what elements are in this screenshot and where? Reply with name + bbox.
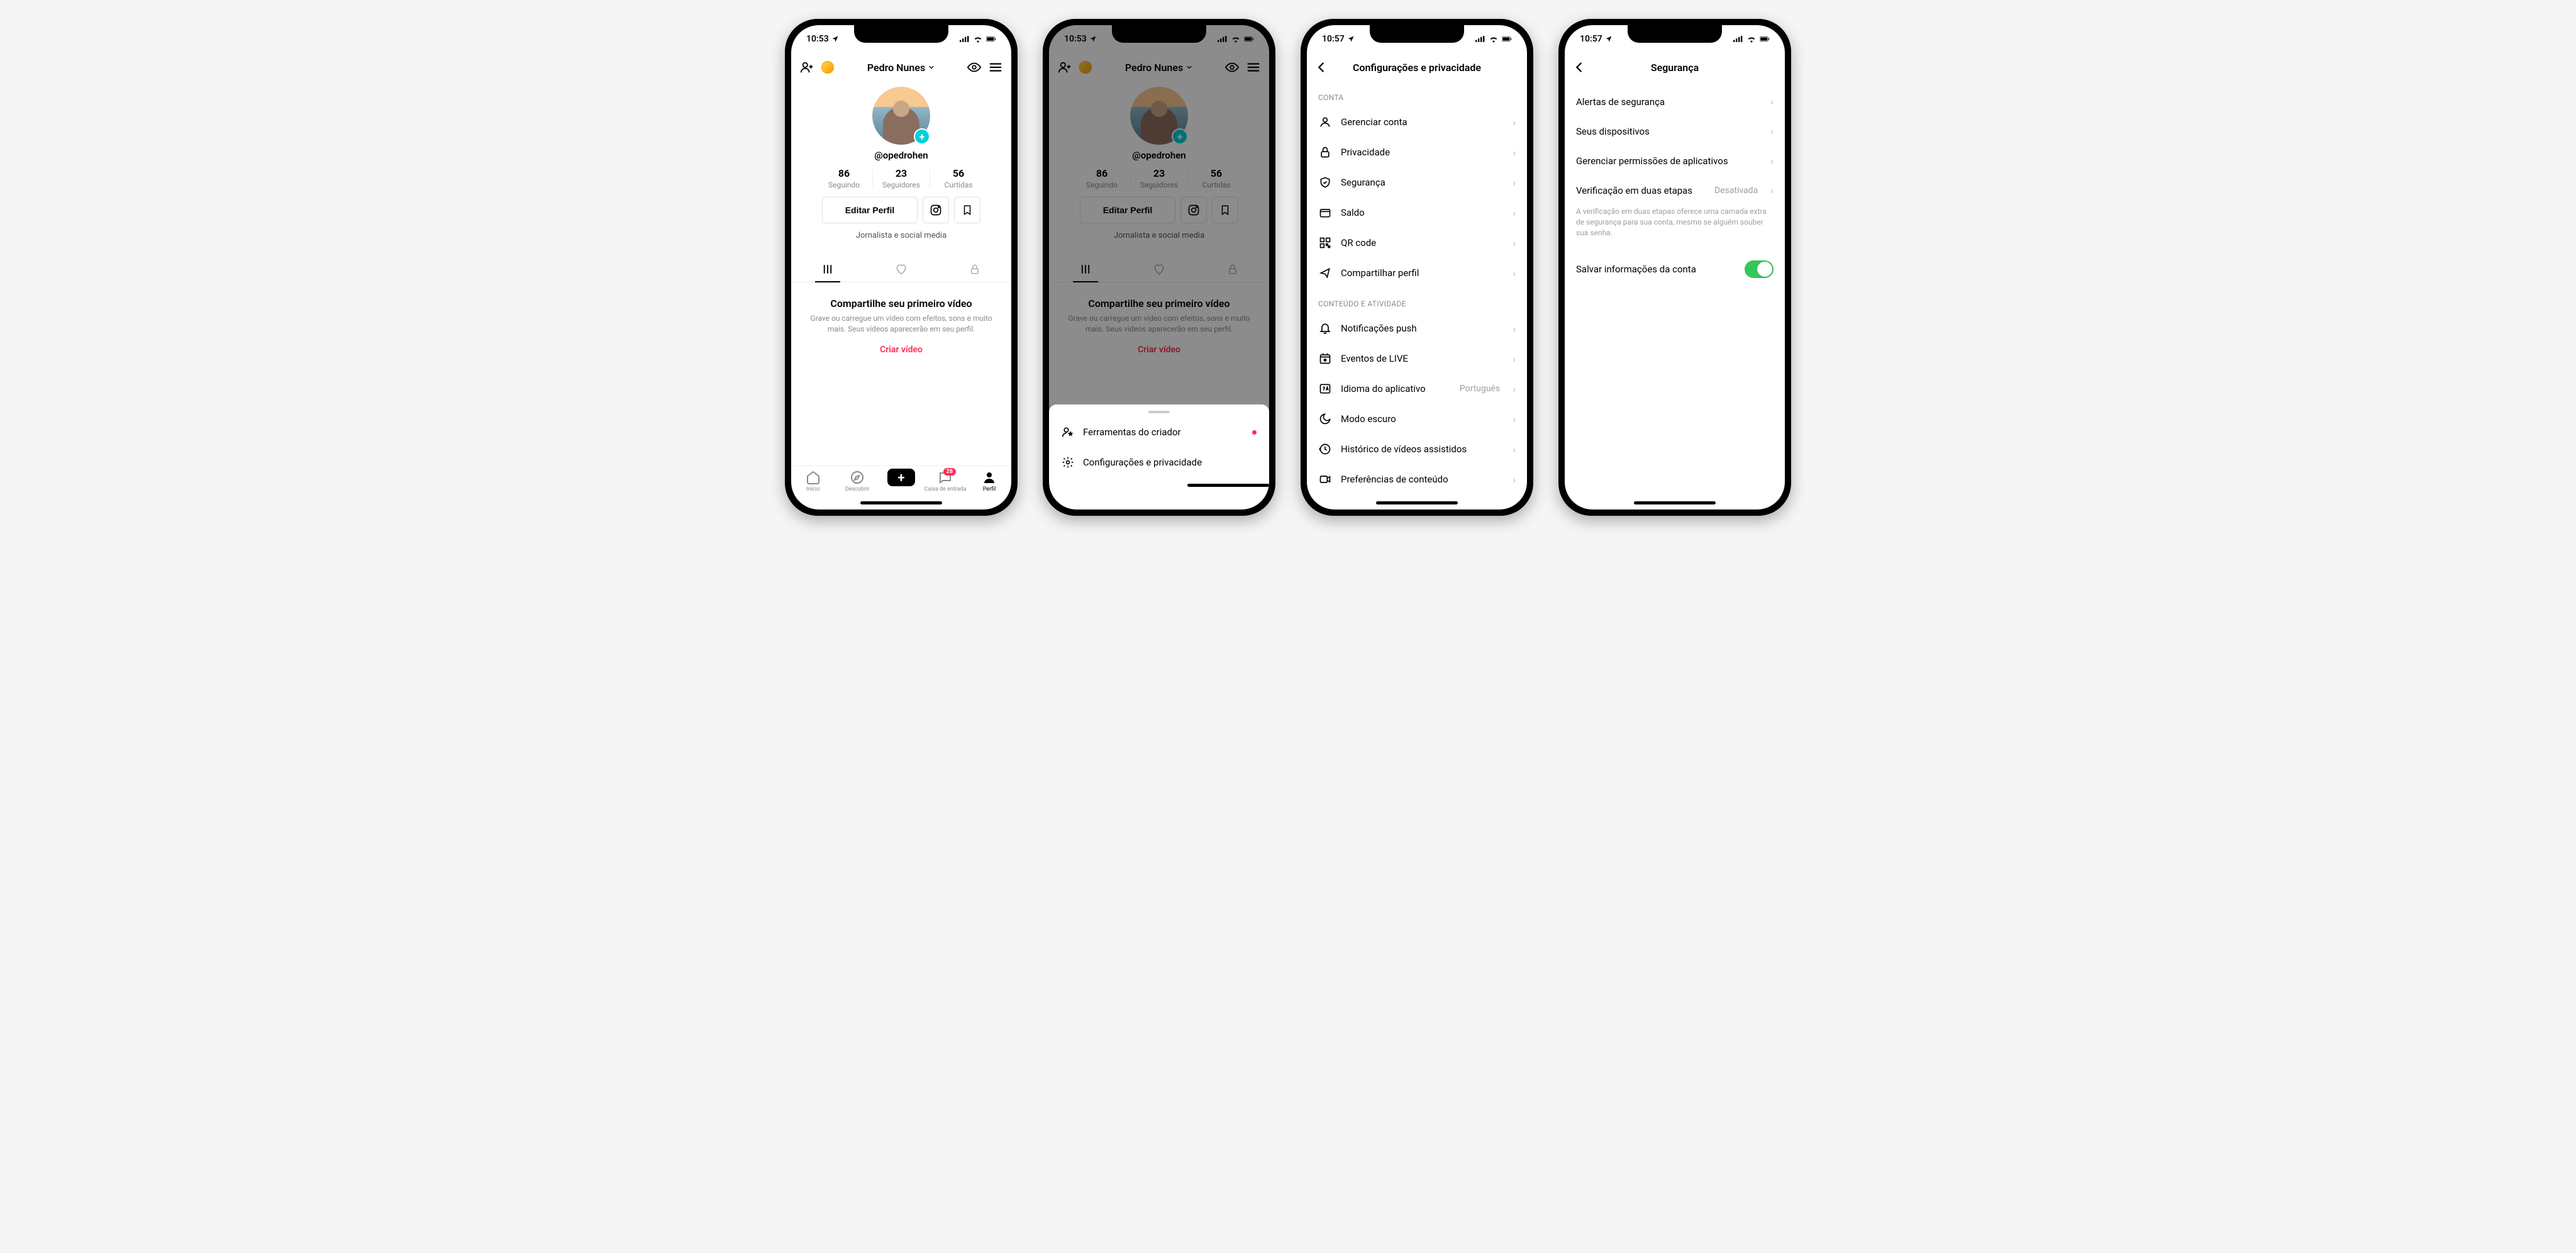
gear-icon — [1062, 456, 1074, 469]
row-privacy[interactable]: Privacidade › — [1307, 137, 1527, 167]
nav-home[interactable]: Início — [791, 470, 835, 493]
tab-grid[interactable] — [791, 257, 865, 282]
nav-discover[interactable]: Descobrir — [835, 470, 879, 493]
row-live[interactable]: Eventos de LIVE › — [1307, 343, 1527, 374]
row-your-devices[interactable]: Seus dispositivos › — [1565, 116, 1785, 146]
create-video-link[interactable]: Criar vídeo — [810, 345, 992, 355]
bell-icon — [1319, 322, 1331, 335]
row-content-pref[interactable]: Preferências de conteúdo › — [1307, 464, 1527, 494]
home-indicator — [1376, 501, 1458, 504]
location-arrow-icon — [831, 35, 839, 43]
battery-icon — [986, 35, 996, 43]
sheet-settings-privacy[interactable]: Configurações e privacidade — [1049, 447, 1269, 477]
save-info-toggle[interactable] — [1745, 260, 1774, 278]
back-button[interactable] — [1572, 60, 1591, 74]
back-button[interactable] — [1314, 60, 1333, 74]
wallet-icon — [1319, 206, 1331, 219]
signal-icon — [960, 35, 970, 43]
page-title: Configurações e privacidade — [1333, 62, 1501, 74]
tab-liked[interactable] — [865, 257, 938, 282]
notification-dot — [1252, 430, 1257, 435]
username-handle: @opedrohen — [874, 150, 928, 161]
row-language[interactable]: Idioma do aplicativo Português › — [1307, 374, 1527, 404]
person-icon — [1319, 116, 1331, 128]
wifi-icon — [1489, 35, 1499, 43]
section-conta: CONTA — [1307, 82, 1527, 107]
instagram-button[interactable] — [923, 197, 949, 223]
moon-icon — [1319, 413, 1331, 425]
nav-create[interactable]: + — [879, 470, 923, 486]
bookmark-button[interactable] — [954, 197, 980, 223]
location-arrow-icon — [1347, 35, 1355, 43]
row-push[interactable]: Notificações push › — [1307, 313, 1527, 343]
status-time: 10:57 — [1580, 34, 1602, 44]
home-indicator — [860, 501, 942, 504]
profile-header: Pedro Nunes — [791, 53, 1011, 82]
empty-body: Grave ou carregue um vídeo com efeitos, … — [810, 313, 992, 335]
qr-icon — [1319, 237, 1331, 249]
add-story-badge[interactable]: + — [914, 128, 930, 145]
row-save-info: Salvar informações da conta — [1565, 252, 1785, 287]
share-icon — [1319, 267, 1331, 279]
nav-profile[interactable]: Perfil — [967, 470, 1011, 493]
section-content: CONTEÚDO E ATIVIDADE — [1307, 288, 1527, 313]
row-app-permissions[interactable]: Gerenciar permissões de aplicativos › — [1565, 146, 1785, 175]
followers-stat[interactable]: 23 Seguidores — [873, 167, 930, 189]
history-icon — [1319, 443, 1331, 455]
nav-inbox[interactable]: Caixa de entrada 28 — [923, 470, 967, 493]
sheet-handle[interactable] — [1148, 411, 1170, 413]
battery-icon — [1502, 35, 1512, 43]
row-history[interactable]: Histórico de vídeos assistidos › — [1307, 434, 1527, 464]
add-friend-button[interactable] — [800, 60, 814, 74]
menu-button[interactable] — [989, 60, 1002, 74]
row-security-alerts[interactable]: Alertas de segurança › — [1565, 87, 1785, 116]
home-indicator — [1187, 484, 1269, 487]
bio-text: Jornalista e social media — [856, 231, 947, 240]
signal-icon — [1475, 35, 1485, 43]
page-title: Segurança — [1591, 62, 1758, 74]
wifi-icon — [973, 35, 983, 43]
likes-stat[interactable]: 56 Curtidas — [930, 167, 987, 189]
row-dark-mode[interactable]: Modo escuro › — [1307, 404, 1527, 434]
shield-icon — [1319, 176, 1331, 189]
empty-title: Compartilhe seu primeiro vídeo — [810, 298, 992, 309]
action-sheet: Ferramentas do criador Configurações e p… — [1049, 404, 1269, 510]
language-icon — [1319, 382, 1331, 395]
live-icon — [1319, 352, 1331, 365]
avatar[interactable]: + — [872, 87, 930, 145]
status-time: 10:57 — [1322, 34, 1345, 44]
eye-icon[interactable] — [967, 60, 981, 74]
battery-icon — [1760, 35, 1770, 43]
row-2fa[interactable]: Verificação em duas etapas Desativada › — [1565, 175, 1785, 205]
home-indicator — [1634, 501, 1716, 504]
edit-profile-button[interactable]: Editar Perfil — [822, 197, 918, 223]
row-qr[interactable]: QR code › — [1307, 228, 1527, 258]
coin-icon[interactable] — [821, 61, 834, 74]
profile-name-dropdown[interactable]: Pedro Nunes — [867, 62, 935, 74]
row-balance[interactable]: Saldo › — [1307, 198, 1527, 228]
following-stat[interactable]: 86 Seguindo — [816, 167, 872, 189]
wifi-icon — [1746, 35, 1757, 43]
status-time: 10:53 — [806, 34, 829, 44]
row-security[interactable]: Segurança › — [1307, 167, 1527, 198]
row-manage-account[interactable]: Gerenciar conta › — [1307, 107, 1527, 137]
row-share-profile[interactable]: Compartilhar perfil › — [1307, 258, 1527, 288]
lock-icon — [1319, 146, 1331, 159]
settings-header: Configurações e privacidade — [1307, 53, 1527, 82]
person-star-icon — [1062, 426, 1074, 438]
location-arrow-icon — [1605, 35, 1613, 43]
inbox-badge: 28 — [943, 468, 956, 476]
signal-icon — [1733, 35, 1743, 43]
tab-private[interactable] — [938, 257, 1011, 282]
sheet-creator-tools[interactable]: Ferramentas do criador — [1049, 417, 1269, 447]
twofa-description: A verificação em duas etapas oferece uma… — [1565, 205, 1785, 243]
empty-state: Compartilhe seu primeiro vídeo Grave ou … — [791, 282, 1011, 370]
video-icon — [1319, 473, 1331, 486]
security-header: Segurança — [1565, 53, 1785, 82]
chevron-down-icon — [928, 64, 935, 71]
